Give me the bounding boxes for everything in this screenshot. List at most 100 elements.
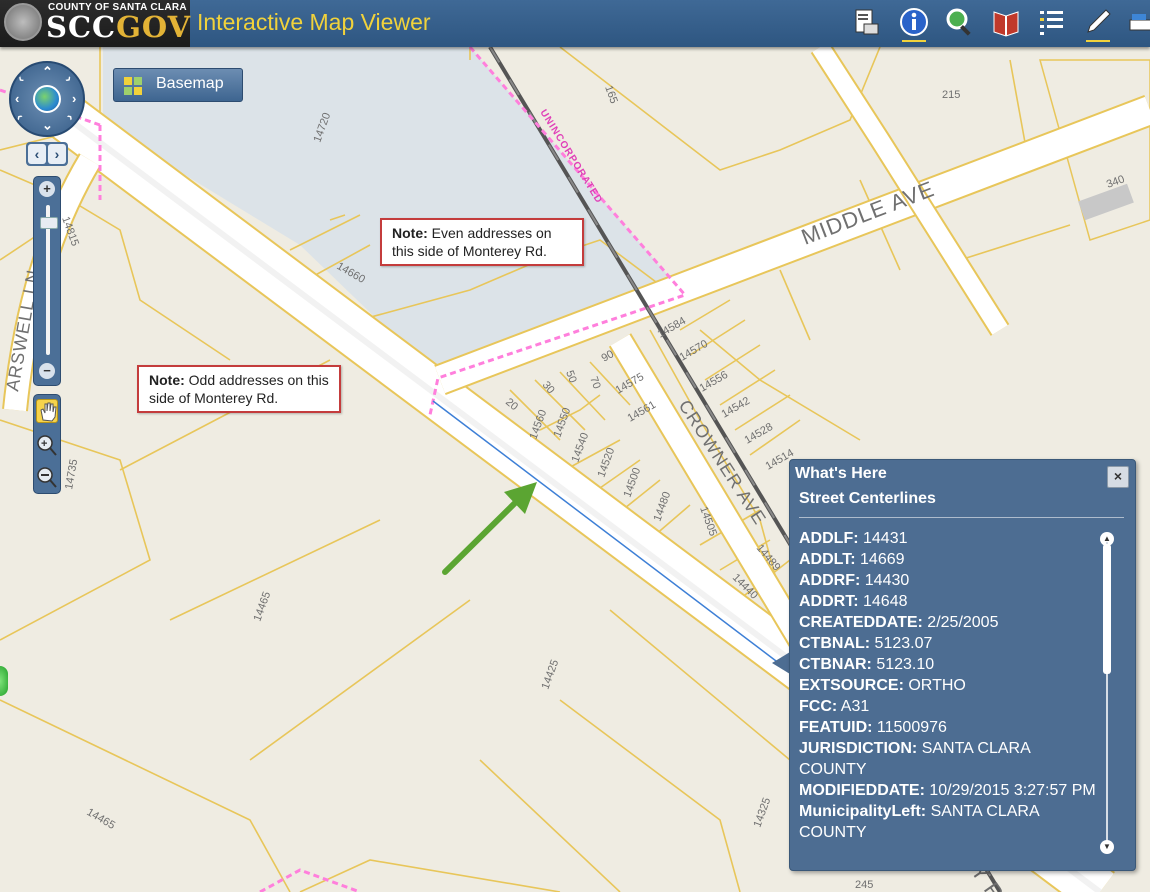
parcel-number: 14560 — [528, 408, 550, 441]
note-odd-bold: Note: — [149, 372, 185, 388]
parcel-number: 14325 — [752, 796, 774, 829]
zoom-in-button[interactable]: + — [39, 181, 55, 197]
location-marker[interactable] — [0, 666, 8, 696]
layers-list-icon — [1040, 11, 1063, 35]
full-extent-globe-icon[interactable] — [33, 85, 61, 113]
whats-here-popup: What's Here × Street Centerlines ADDLF: … — [789, 459, 1136, 871]
scroll-thumb[interactable] — [1103, 544, 1111, 674]
svg-text:+: + — [41, 438, 47, 450]
draw-icon — [1087, 9, 1111, 33]
parcel-number: 14425 — [540, 658, 562, 691]
attribute-row: ADDRF: 14430 — [799, 570, 1099, 591]
attribute-key: ADDLF: — [799, 530, 859, 547]
pan-downright-icon[interactable]: › — [62, 110, 76, 124]
parcel-number: 14570 — [678, 338, 710, 364]
attribute-row: ADDRT: 14648 — [799, 591, 1099, 612]
map-tools-bar: + — [33, 394, 61, 494]
attribute-value: 10/29/2015 3:27:57 PM — [929, 782, 1096, 799]
hand-icon — [40, 402, 57, 422]
zoom-in-tool-button[interactable]: + — [36, 433, 58, 457]
pan-upright-icon[interactable]: › — [62, 72, 76, 86]
zoom-out-tool-button[interactable] — [36, 465, 58, 489]
app-title: Interactive Map Viewer — [197, 9, 431, 35]
info-icon — [900, 8, 928, 36]
attribute-key: MODIFIEDDATE: — [799, 782, 925, 799]
identify-button[interactable] — [898, 6, 930, 42]
parcel-number: 245 — [855, 879, 873, 891]
zoom-out-button[interactable]: − — [39, 363, 55, 379]
print-button[interactable] — [850, 6, 882, 38]
parcel-number: 14542 — [720, 395, 752, 421]
attribute-row: FEATUID: 11500976 — [799, 717, 1099, 738]
rotate-right-icon[interactable]: › — [48, 144, 66, 164]
attribute-key: ADDRF: — [799, 572, 861, 589]
popup-close-button[interactable]: × — [1107, 466, 1129, 488]
note-even-addresses: Note: Even addresses on this side of Mon… — [380, 218, 584, 266]
draw-button[interactable] — [1082, 6, 1114, 42]
app-header: COUNTY OF SANTA CLARA SCCGOV Interactive… — [0, 0, 1150, 47]
attribute-value: 14669 — [860, 551, 905, 568]
print-icon — [855, 9, 879, 35]
basemap-icon — [124, 77, 142, 95]
bookmark-button[interactable] — [990, 6, 1022, 38]
zoom-thumb[interactable] — [40, 217, 58, 229]
popup-layer-name: Street Centerlines — [799, 490, 936, 507]
popup-pointer — [772, 652, 790, 674]
scroll-down-icon[interactable]: ▼ — [1100, 840, 1114, 854]
attribute-key: ADDLT: — [799, 551, 856, 568]
attribute-row: MunicipalityLeft: SANTA CLARA COUNTY — [799, 801, 1099, 843]
pan-right-icon[interactable]: › — [72, 91, 76, 106]
parcel-number: 14556 — [698, 369, 730, 395]
annotation-arrow-map — [442, 499, 519, 575]
parcel-number: 14528 — [743, 421, 775, 447]
attribute-row: CTBNAL: 5123.07 — [799, 633, 1099, 654]
note-even-bold: Note: — [392, 225, 428, 241]
pan-left-icon[interactable]: ‹ — [15, 91, 19, 106]
attribute-value: 11500976 — [876, 719, 947, 736]
measure-button[interactable] — [1126, 6, 1150, 38]
parcel-number: 30 — [540, 379, 557, 396]
parcel-number: 50 — [563, 369, 578, 385]
attribute-value: 5123.10 — [876, 656, 935, 673]
attribute-row: ADDLF: 14431 — [799, 528, 1099, 549]
attribute-row: JURISDICTION: SANTA CLARA COUNTY — [799, 738, 1099, 780]
attribute-row: FCC: A31 — [799, 696, 1099, 717]
pan-upleft-icon[interactable]: ‹ — [13, 72, 27, 86]
attribute-key: EXTSOURCE: — [799, 677, 904, 694]
parcel-number: 215 — [942, 89, 960, 101]
attribute-value: ORTHO — [908, 677, 966, 694]
attribute-key: JURISDICTION: — [799, 740, 918, 757]
attribute-key: CTBNAL: — [799, 635, 871, 652]
parcel-number: 14465 — [252, 590, 274, 623]
attribute-key: MunicipalityLeft: — [799, 803, 927, 820]
pan-up-icon[interactable]: ⌃ — [42, 64, 53, 80]
attribute-key: FEATUID: — [799, 719, 873, 736]
measure-icon — [1129, 14, 1150, 31]
zoom-slider[interactable]: + − — [33, 176, 61, 386]
popup-title: What's Here — [795, 465, 887, 482]
attribute-key: FCC: — [799, 698, 838, 715]
logo-scc-text: SCC — [46, 10, 117, 44]
parcel-number: 14540 — [570, 431, 592, 464]
note-odd-addresses: Note: Odd addresses on this side of Mont… — [137, 365, 341, 413]
layer-list-button[interactable] — [1036, 6, 1068, 38]
draw-tool-underline — [1086, 40, 1110, 42]
attribute-value: 14431 — [863, 530, 908, 547]
pan-tool-button[interactable] — [36, 399, 58, 423]
county-seal-icon — [4, 3, 42, 41]
pan-control[interactable]: ⌃ ⌃ ‹ › ‹ › ‹ › — [9, 61, 85, 137]
popup-scrollbar[interactable]: ▲ ▼ — [1100, 532, 1114, 854]
attribute-value: 5123.07 — [874, 635, 933, 652]
attribute-value: 2/25/2005 — [927, 614, 999, 631]
bookmark-icon — [993, 11, 1019, 37]
pan-down-icon[interactable]: ⌃ — [42, 116, 53, 132]
popup-attributes: ADDLF: 14431 ADDLT: 14669 ADDRF: 14430 ADDR… — [799, 528, 1099, 858]
sccgov-logo[interactable]: COUNTY OF SANTA CLARA SCCGOV — [0, 0, 190, 47]
building — [1078, 183, 1134, 221]
rotate-left-icon[interactable]: ‹ — [28, 144, 46, 164]
parcel-number: 14735 — [63, 458, 80, 490]
pan-downleft-icon[interactable]: ‹ — [13, 110, 27, 124]
basemap-button[interactable]: Basemap — [113, 68, 243, 102]
search-button[interactable] — [944, 6, 976, 38]
logo-wordmark: SCCGOV — [46, 10, 191, 44]
